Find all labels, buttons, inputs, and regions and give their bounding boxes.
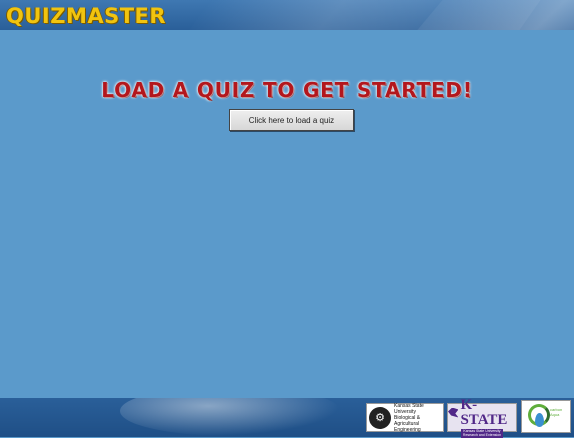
- water-logo-text: carbon Aqua: [550, 407, 563, 417]
- header-bar: QuizMaster: [0, 0, 574, 30]
- powercat-icon: [448, 407, 459, 418]
- kstate-wordmark: K-STATE: [448, 396, 516, 428]
- footer-swoosh: [120, 398, 340, 436]
- kstate-word: K-STATE: [460, 396, 508, 428]
- main-panel: Load a quiz to get started! Click here t…: [0, 30, 574, 398]
- load-quiz-button[interactable]: Click here to load a quiz: [229, 109, 354, 131]
- app-title: QuizMaster: [6, 4, 167, 28]
- load-quiz-headline: Load a quiz to get started!: [101, 78, 473, 102]
- kstate-research-extension-logo: K-STATE Kansas State University Research…: [447, 397, 517, 438]
- ksu-bae-line: Biological & Agricultural: [394, 414, 421, 427]
- kstate-subtitle: Kansas State University Research and Ext…: [460, 428, 504, 438]
- ksu-bae-logo: ⚙ Kansas State University Biological & A…: [366, 403, 444, 433]
- ksu-bae-line: Engineering: [394, 426, 421, 433]
- tractor-emblem-icon: ⚙: [369, 406, 391, 429]
- ksu-bae-line: Kansas State University: [394, 402, 424, 415]
- water-drop-icon: [535, 413, 544, 427]
- ksu-bae-logo-text: Kansas State University Biological & Agr…: [394, 403, 441, 433]
- header-swoosh: [417, 0, 574, 30]
- water-logo: carbon Aqua: [521, 400, 571, 433]
